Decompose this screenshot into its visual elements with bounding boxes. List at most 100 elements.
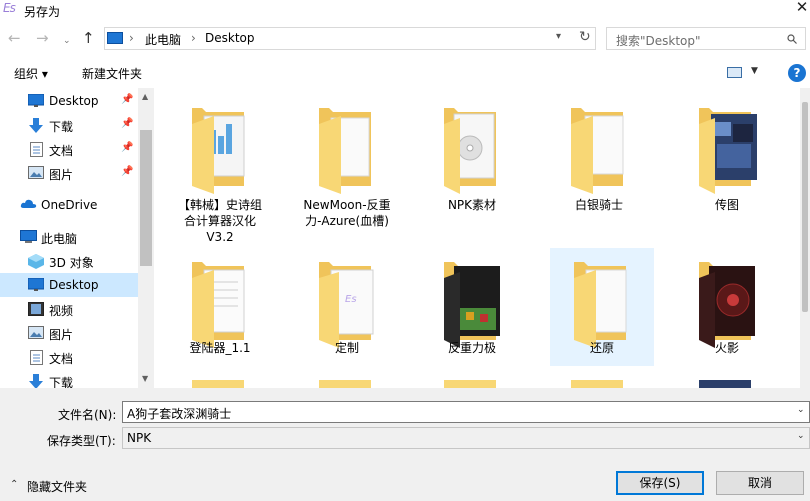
search-icon bbox=[787, 34, 797, 44]
folder-icon bbox=[574, 262, 627, 348]
command-bar: 组织 ▾ 新建文件夹 ▼ ? bbox=[0, 58, 810, 88]
breadcrumb-this-pc[interactable]: 此电脑 bbox=[145, 31, 181, 48]
desktop-icon bbox=[28, 278, 44, 291]
document-icon bbox=[30, 142, 43, 157]
folder-item[interactable]: 传图 bbox=[675, 94, 779, 212]
help-icon[interactable]: ? bbox=[788, 64, 806, 82]
sidebar-item-label: 下载 bbox=[49, 376, 74, 388]
sidebar-item-onedrive[interactable]: OneDrive bbox=[0, 193, 140, 217]
sidebar-item-3d-objects[interactable]: 3D 对象 bbox=[0, 249, 140, 273]
computer-icon bbox=[20, 230, 37, 243]
folder-item-selected[interactable]: 还原 bbox=[550, 248, 654, 366]
new-folder-button[interactable]: 新建文件夹 bbox=[82, 65, 142, 82]
video-icon bbox=[28, 302, 44, 316]
file-name: 定制 bbox=[334, 341, 359, 355]
filename-label: 文件名(N): bbox=[58, 408, 117, 422]
address-bar[interactable]: › 此电脑 › Desktop ▾ ↻ bbox=[104, 27, 596, 50]
pin-icon[interactable]: 📌 bbox=[121, 118, 133, 129]
folder-item[interactable] bbox=[420, 378, 524, 388]
cancel-button[interactable]: 取消 bbox=[716, 471, 804, 495]
refresh-icon[interactable]: ↻ bbox=[579, 29, 591, 45]
file-name: 白银骑士 bbox=[574, 198, 623, 212]
scroll-down-icon[interactable]: ▼ bbox=[142, 374, 148, 383]
folder-item[interactable]: 火影 bbox=[675, 248, 779, 366]
folder-icon bbox=[444, 262, 500, 348]
folder-icon bbox=[192, 108, 245, 194]
sidebar-item-label: 3D 对象 bbox=[49, 256, 94, 270]
save-button[interactable]: 保存(S) bbox=[616, 471, 704, 495]
filename-input[interactable]: A狗子套改深渊骑士 ⌄ bbox=[122, 401, 810, 423]
sidebar-item-label: 视频 bbox=[49, 304, 74, 318]
chevron-down-icon[interactable]: ▼ bbox=[751, 66, 758, 76]
sidebar-item-this-pc[interactable]: 此电脑 bbox=[0, 225, 140, 249]
view-options-icon[interactable] bbox=[727, 67, 742, 78]
folder-icon bbox=[699, 380, 751, 388]
folder-icon bbox=[192, 380, 244, 388]
sidebar-item-label: Desktop bbox=[49, 278, 99, 292]
search-input[interactable]: 搜索"Desktop" bbox=[606, 27, 806, 50]
chevron-down-icon[interactable]: ⌄ bbox=[797, 431, 805, 441]
folder-item[interactable]: NPK素材 bbox=[420, 94, 524, 212]
file-name: NewMoon-反重 力-Azure(血槽) bbox=[303, 198, 391, 228]
folder-item[interactable]: 【韩械】史诗组 合计算器汉化 V3.2 bbox=[168, 94, 272, 244]
folder-item[interactable] bbox=[295, 378, 399, 388]
chevron-up-icon[interactable]: ⌃ bbox=[10, 479, 18, 490]
sidebar-item-downloads[interactable]: 下载 bbox=[0, 369, 140, 388]
file-name: NPK素材 bbox=[447, 198, 497, 212]
scrollbar-thumb[interactable] bbox=[140, 130, 152, 266]
pin-icon[interactable]: 📌 bbox=[121, 142, 133, 153]
file-list-scrollbar[interactable] bbox=[800, 88, 810, 388]
file-name: 火影 bbox=[714, 341, 739, 355]
folder-item[interactable]: 登陆器_1.1 bbox=[168, 248, 272, 366]
scroll-up-icon[interactable]: ▲ bbox=[142, 92, 148, 101]
sidebar-item-quick-desktop[interactable]: Desktop 📌 bbox=[0, 89, 140, 113]
file-name: 传图 bbox=[714, 198, 739, 212]
folder-item[interactable] bbox=[547, 378, 651, 388]
chevron-down-icon[interactable]: ⌄ bbox=[797, 405, 805, 415]
sidebar-item-videos[interactable]: 视频 bbox=[0, 297, 140, 321]
filetype-value: NPK bbox=[127, 431, 152, 445]
close-icon[interactable]: ✕ bbox=[794, 0, 810, 16]
sidebar-item-desktop[interactable]: Desktop bbox=[0, 273, 140, 297]
folder-item[interactable]: NewMoon-反重 力-Azure(血槽) bbox=[295, 94, 399, 228]
folder-item[interactable]: 反重力极 bbox=[420, 248, 524, 366]
window-title: 另存为 bbox=[24, 5, 61, 19]
sidebar-item-quick-downloads[interactable]: 下载 📌 bbox=[0, 113, 140, 137]
sidebar-item-label: 图片 bbox=[49, 328, 74, 342]
filename-value: A狗子套改深渊骑士 bbox=[127, 407, 232, 421]
folder-icon bbox=[319, 108, 371, 194]
picture-icon bbox=[28, 326, 44, 339]
back-arrow-icon[interactable]: ← bbox=[8, 30, 21, 46]
pin-icon[interactable]: 📌 bbox=[121, 166, 133, 177]
sidebar-item-pictures[interactable]: 图片 bbox=[0, 321, 140, 345]
download-icon bbox=[29, 118, 43, 133]
chevron-down-icon[interactable]: ▾ bbox=[556, 31, 561, 42]
folder-icon bbox=[444, 380, 496, 388]
scrollbar-thumb[interactable] bbox=[802, 102, 808, 312]
recent-locations-chevron-icon[interactable]: ⌄ bbox=[63, 33, 71, 49]
save-form: 文件名(N): A狗子套改深渊骑士 ⌄ 保存类型(T): NPK ⌄ ⌃ 隐藏文… bbox=[0, 388, 810, 501]
up-arrow-icon[interactable]: ↑ bbox=[82, 30, 95, 46]
sidebar-item-quick-documents[interactable]: 文档 📌 bbox=[0, 137, 140, 161]
folder-item[interactable] bbox=[675, 378, 779, 388]
hide-folders-toggle[interactable]: 隐藏文件夹 bbox=[27, 478, 87, 495]
folder-icon bbox=[699, 262, 755, 348]
folder-item[interactable]: 白银骑士 bbox=[547, 94, 651, 212]
sidebar-item-quick-pictures[interactable]: 图片 📌 bbox=[0, 161, 140, 185]
document-icon bbox=[30, 350, 43, 365]
file-name: 【韩械】史诗组 合计算器汉化 V3.2 bbox=[177, 198, 262, 244]
filetype-select[interactable]: NPK ⌄ bbox=[122, 427, 810, 449]
breadcrumb-desktop[interactable]: Desktop bbox=[205, 31, 255, 45]
breadcrumb-separator-icon[interactable]: › bbox=[129, 31, 134, 45]
breadcrumb-separator-icon[interactable]: › bbox=[191, 31, 196, 45]
forward-arrow-icon[interactable]: → bbox=[36, 30, 49, 46]
sidebar-item-label: 图片 bbox=[49, 168, 74, 182]
folder-item[interactable] bbox=[168, 378, 272, 388]
pin-icon[interactable]: 📌 bbox=[121, 94, 133, 105]
sidebar-item-label: 文档 bbox=[49, 352, 74, 366]
folder-item[interactable]: Es 定制 bbox=[295, 248, 399, 366]
navigation-pane: Desktop 📌 下载 📌 文档 📌 图片 📌 OneDrive 此电脑 3D… bbox=[0, 88, 154, 388]
organize-menu-button[interactable]: 组织 ▾ bbox=[14, 65, 48, 82]
sidebar-item-documents[interactable]: 文档 bbox=[0, 345, 140, 369]
sidebar-scrollbar[interactable]: ▲ ▼ bbox=[138, 88, 154, 388]
